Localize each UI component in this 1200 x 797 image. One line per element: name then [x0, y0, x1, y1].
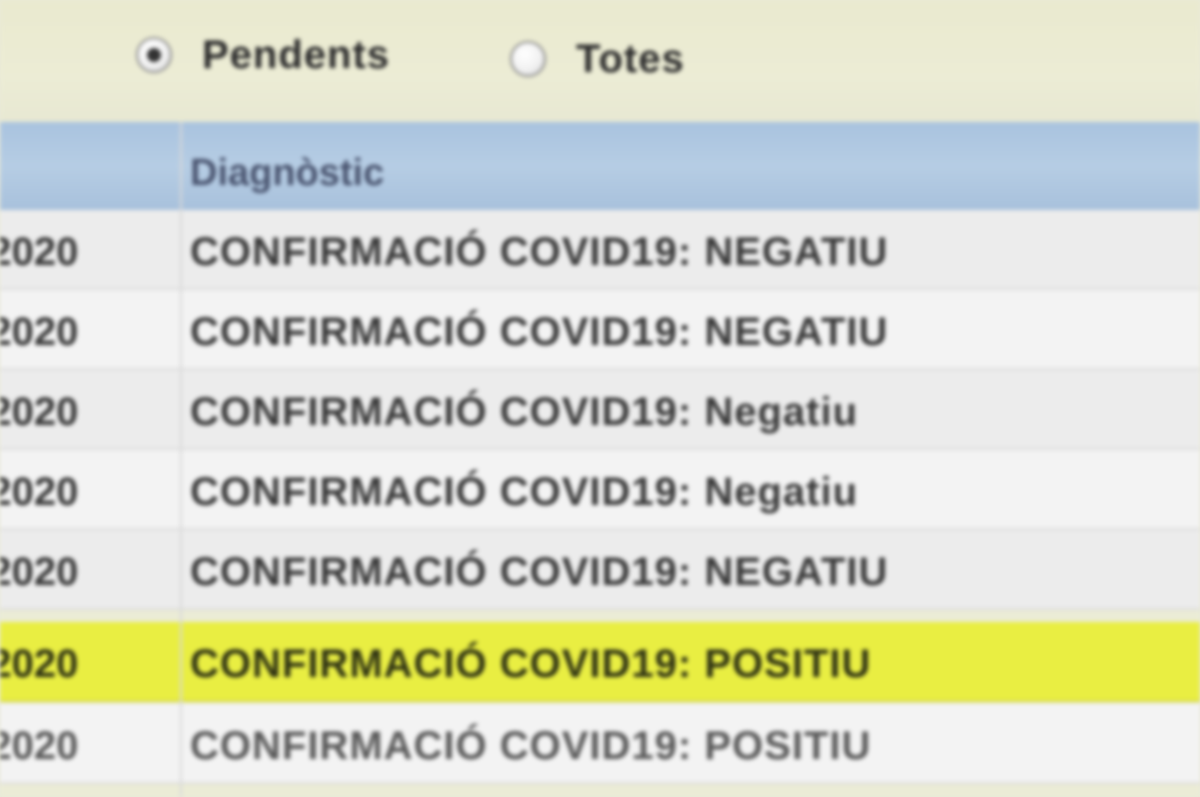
radio-selected-dot: [147, 48, 161, 62]
pendents-radio-button[interactable]: [136, 37, 172, 73]
date-cell: 7/2020: [0, 550, 79, 594]
diagnostic-cell: CONFIRMACIÓ COVID19: NEGATIU: [190, 310, 889, 354]
column-header-diagnostic[interactable]: Diagnòstic: [190, 152, 384, 195]
filter-bar: Pendents Totes: [0, 0, 1200, 128]
date-cell: 7/2020: [0, 390, 79, 434]
diagnostic-cell: CONFIRMACIÓ COVID19: NEGATIU: [190, 230, 889, 274]
totes-radio-label: Totes: [576, 36, 685, 81]
totes-radio-option[interactable]: Totes: [510, 34, 685, 84]
date-cell: 7/2020: [0, 310, 79, 354]
diagnostic-cell: CONFIRMACIÓ COVID19: Negatiu: [190, 390, 859, 434]
results-table: Diagnòstic 7/2020 CONFIRMACIÓ COVID19: N…: [0, 122, 1200, 797]
date-cell: 7/2020: [0, 230, 79, 274]
diagnostic-cell: CONFIRMACIÓ COVID19: Negatiu: [190, 470, 859, 514]
pendents-radio-label: Pendents: [202, 32, 391, 77]
totes-radio-button[interactable]: [510, 41, 546, 77]
diagnostic-cell: CONFIRMACIÓ COVID19: POSITIU: [190, 642, 872, 686]
pendents-radio-option[interactable]: Pendents: [136, 30, 390, 80]
diagnostic-cell: CONFIRMACIÓ COVID19: NEGATIU: [190, 550, 889, 594]
results-screen: Pendents Totes Diagnòstic 7/2020 CONFIRM…: [0, 0, 1200, 797]
date-cell: 7/2020: [0, 470, 79, 514]
column-divider[interactable]: [180, 122, 182, 797]
diagnostic-cell: CONFIRMACIÓ COVID19: POSITIU: [190, 724, 872, 768]
date-cell: 7/2020: [0, 724, 79, 768]
date-cell: 7/2020: [0, 642, 79, 686]
